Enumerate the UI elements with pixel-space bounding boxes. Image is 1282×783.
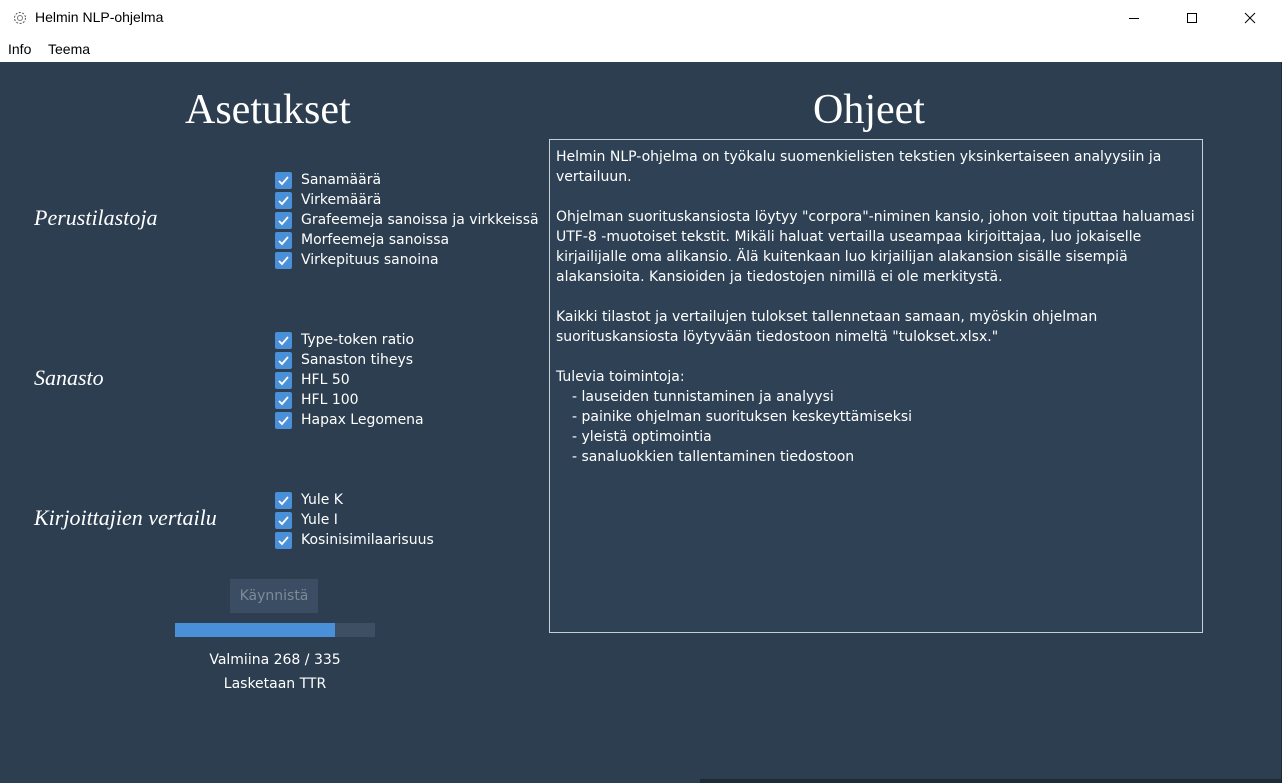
checkbox[interactable] bbox=[275, 211, 292, 229]
option-label: Hapax Legomena bbox=[301, 412, 424, 428]
check-icon bbox=[278, 535, 289, 545]
help-paragraph: Ohjelman suorituskansiosta löytyy "corpo… bbox=[556, 209, 1195, 285]
option-label: Type-token ratio bbox=[301, 332, 415, 348]
check-icon bbox=[278, 235, 289, 245]
help-text-area[interactable]: Helmin NLP-ohjelma on työkalu suomenkiel… bbox=[549, 139, 1203, 633]
list-item: painike ohjelman suorituksen keskeyttämi… bbox=[556, 407, 1196, 427]
check-icon bbox=[278, 515, 289, 525]
option-hapax-legomena[interactable]: Hapax Legomena bbox=[275, 410, 424, 430]
option-yule-k[interactable]: Yule K bbox=[275, 490, 343, 510]
option-grafeemeja[interactable]: Grafeemeja sanoissa ja virkkeissä bbox=[275, 210, 539, 230]
check-icon bbox=[278, 175, 289, 185]
upcoming-title: Tulevia toimintoja: bbox=[556, 369, 685, 385]
checkbox[interactable] bbox=[275, 171, 292, 189]
option-label: HFL 100 bbox=[301, 392, 359, 408]
menu-bar: Info Teema bbox=[0, 36, 1282, 62]
check-icon bbox=[278, 255, 289, 265]
option-label: Virkemäärä bbox=[301, 192, 382, 208]
check-icon bbox=[278, 375, 289, 385]
checkbox[interactable] bbox=[275, 491, 292, 509]
maximize-icon bbox=[1187, 13, 1197, 23]
window-title: Helmin NLP-ohjelma bbox=[35, 9, 164, 25]
section-basic-stats: Perustilastoja bbox=[34, 205, 158, 230]
option-label: HFL 50 bbox=[301, 372, 350, 388]
option-virkemaara[interactable]: Virkemäärä bbox=[275, 190, 381, 210]
option-label: Virkepituus sanoina bbox=[301, 252, 439, 268]
option-label: Grafeemeja sanoissa ja virkkeissä bbox=[301, 212, 539, 228]
checkbox[interactable] bbox=[275, 371, 292, 389]
checkbox[interactable] bbox=[275, 411, 292, 429]
checkbox[interactable] bbox=[275, 251, 292, 269]
maximize-button[interactable] bbox=[1163, 0, 1221, 36]
progress-bar bbox=[175, 623, 375, 637]
list-item: lauseiden tunnistaminen ja analyysi bbox=[556, 387, 1196, 407]
help-paragraph: Kaikki tilastot ja vertailujen tulokset … bbox=[556, 309, 1098, 345]
progress-fill bbox=[175, 623, 335, 637]
option-type-token-ratio[interactable]: Type-token ratio bbox=[275, 330, 414, 350]
start-button[interactable]: Käynnistä bbox=[230, 579, 318, 613]
option-label: Yule K bbox=[301, 492, 343, 508]
check-icon bbox=[278, 415, 289, 425]
settings-heading: Asetukset bbox=[185, 87, 351, 133]
status-task: Lasketaan TTR bbox=[223, 676, 327, 692]
section-author-comparison: Kirjoittajien vertailu bbox=[34, 505, 217, 530]
checkbox[interactable] bbox=[275, 511, 292, 529]
option-label: Yule I bbox=[301, 512, 338, 528]
menu-info[interactable]: Info bbox=[8, 41, 31, 57]
checkbox[interactable] bbox=[275, 391, 292, 409]
checkbox[interactable] bbox=[275, 351, 292, 369]
option-morfeemeja[interactable]: Morfeemeja sanoissa bbox=[275, 230, 449, 250]
check-icon bbox=[278, 215, 289, 225]
option-sanamaara[interactable]: Sanamäärä bbox=[275, 170, 381, 190]
gear-flower-icon bbox=[12, 10, 28, 26]
option-hfl-50[interactable]: HFL 50 bbox=[275, 370, 350, 390]
help-paragraph: Helmin NLP-ohjelma on työkalu suomenkiel… bbox=[556, 149, 1162, 185]
close-icon bbox=[1244, 12, 1256, 24]
option-label: Sanaston tiheys bbox=[301, 352, 414, 368]
status-done: Valmiina 268 / 335 bbox=[209, 652, 341, 668]
checkbox[interactable] bbox=[275, 531, 292, 549]
option-hfl-100[interactable]: HFL 100 bbox=[275, 390, 359, 410]
close-button[interactable] bbox=[1221, 0, 1279, 36]
option-yule-i[interactable]: Yule I bbox=[275, 510, 338, 530]
checkbox[interactable] bbox=[275, 231, 292, 249]
check-icon bbox=[278, 335, 289, 345]
list-item: sanaluokkien tallentaminen tiedostoon bbox=[556, 447, 1196, 467]
option-kosinisimilaarisuus[interactable]: Kosinisimilaarisuus bbox=[275, 530, 434, 550]
check-icon bbox=[278, 395, 289, 405]
section-vocabulary: Sanasto bbox=[34, 365, 104, 390]
title-bar: Helmin NLP-ohjelma bbox=[0, 0, 1282, 36]
option-label: Sanamäärä bbox=[301, 172, 382, 188]
check-icon bbox=[278, 495, 289, 505]
checkbox[interactable] bbox=[275, 331, 292, 349]
list-item: yleistä optimointia bbox=[556, 427, 1196, 447]
minimize-button[interactable] bbox=[1105, 0, 1163, 36]
minimize-icon bbox=[1129, 18, 1139, 19]
option-sanaston-tiheys[interactable]: Sanaston tiheys bbox=[275, 350, 413, 370]
upcoming-list: lauseiden tunnistaminen ja analyysi pain… bbox=[556, 387, 1196, 467]
check-icon bbox=[278, 355, 289, 365]
option-virkepituus[interactable]: Virkepituus sanoina bbox=[275, 250, 439, 270]
checkbox[interactable] bbox=[275, 191, 292, 209]
option-label: Morfeemeja sanoissa bbox=[301, 232, 450, 248]
help-heading: Ohjeet bbox=[813, 87, 925, 133]
menu-teema[interactable]: Teema bbox=[48, 41, 90, 57]
option-label: Kosinisimilaarisuus bbox=[301, 532, 434, 548]
bottom-edge bbox=[700, 779, 1282, 783]
check-icon bbox=[278, 195, 289, 205]
